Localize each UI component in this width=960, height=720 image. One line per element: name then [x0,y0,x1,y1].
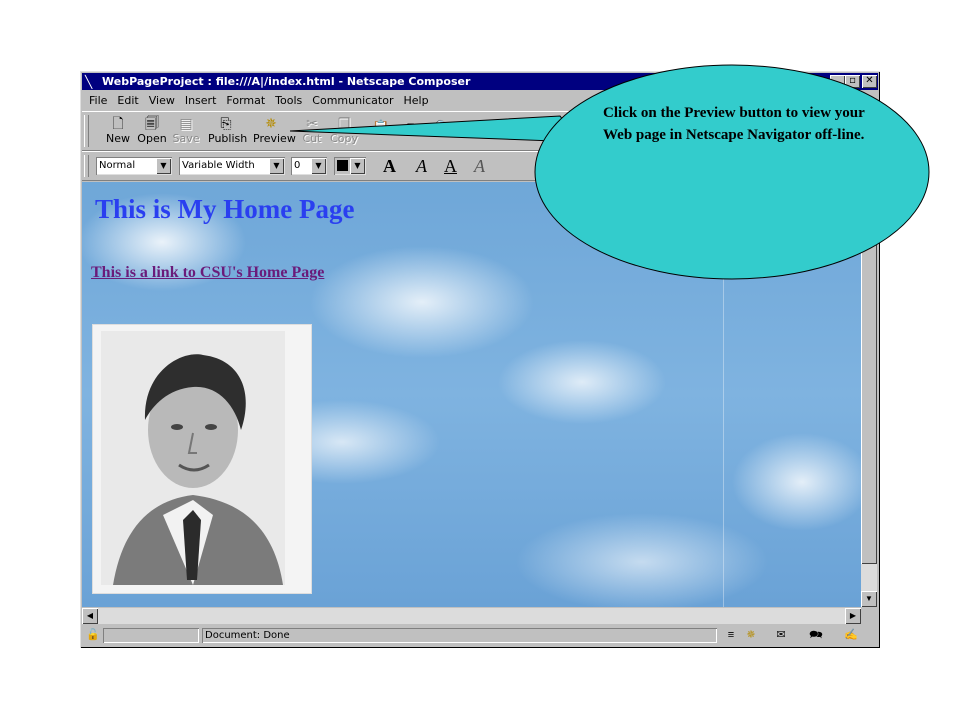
callout-pointer [289,115,582,143]
callout-text: Click on the Preview button to view your… [603,105,865,143]
callout-ellipse [534,64,930,280]
